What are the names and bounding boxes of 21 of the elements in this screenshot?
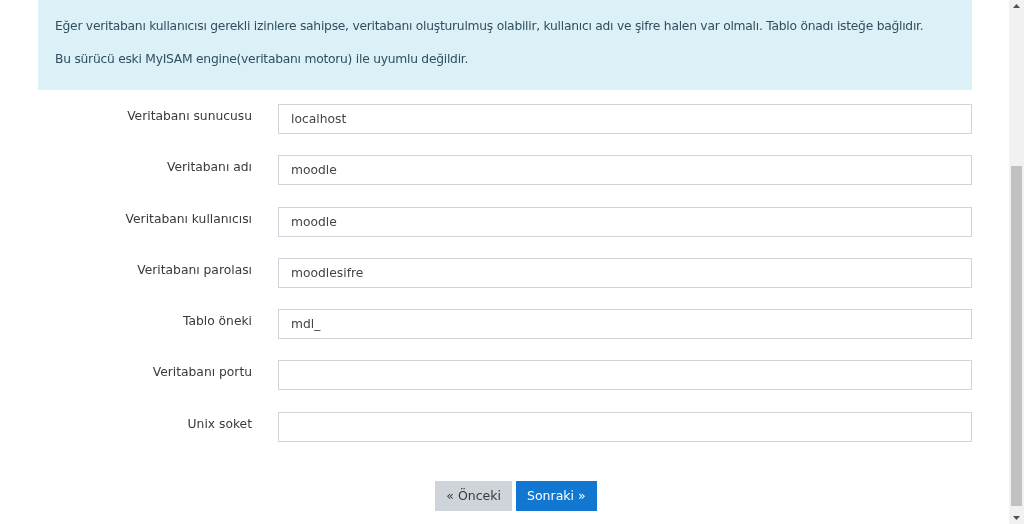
field-label: Veritabanı sunucusu [126,108,252,123]
field-label: Veritabanı portu [151,364,252,380]
input-field[interactable] [278,360,972,391]
field-label: Veritabanı adı [165,159,252,175]
scroll-up-icon[interactable] [1013,4,1020,8]
input-field[interactable]: moodle [278,206,972,237]
field-label: Tablo öneki [181,313,252,329]
next-button[interactable]: Sonraki » [516,480,597,511]
scroll-down-icon[interactable] [1013,516,1020,520]
input-field[interactable]: moodlesifre [278,257,972,288]
previous-button[interactable]: « Önceki [435,480,512,511]
input-field[interactable]: mdl_ [278,309,972,340]
field-label: Unix soket [186,415,252,431]
input-field[interactable]: localhost [278,104,972,134]
scrollbar-thumb[interactable] [1011,166,1022,506]
info-text: Bu sürücü eski MyISAM engine(veritabanı motoru) ile uyumlu değildir. [55,51,470,68]
field-label: Veritabanı kullanıcısı [124,210,252,226]
info-text: Eğer veritabanı kullanıcısı gerekli izinlere sahipse, veritabanı oluşturulmuş olabilir, kullanıcı adı ve şifre halen var olmalı. Tablo önadı isteğe bağlıdır. [55,18,925,35]
input-field[interactable]: moodle [278,155,972,186]
input-field[interactable] [278,411,972,442]
field-label: Veritabanı parolası [136,261,252,277]
